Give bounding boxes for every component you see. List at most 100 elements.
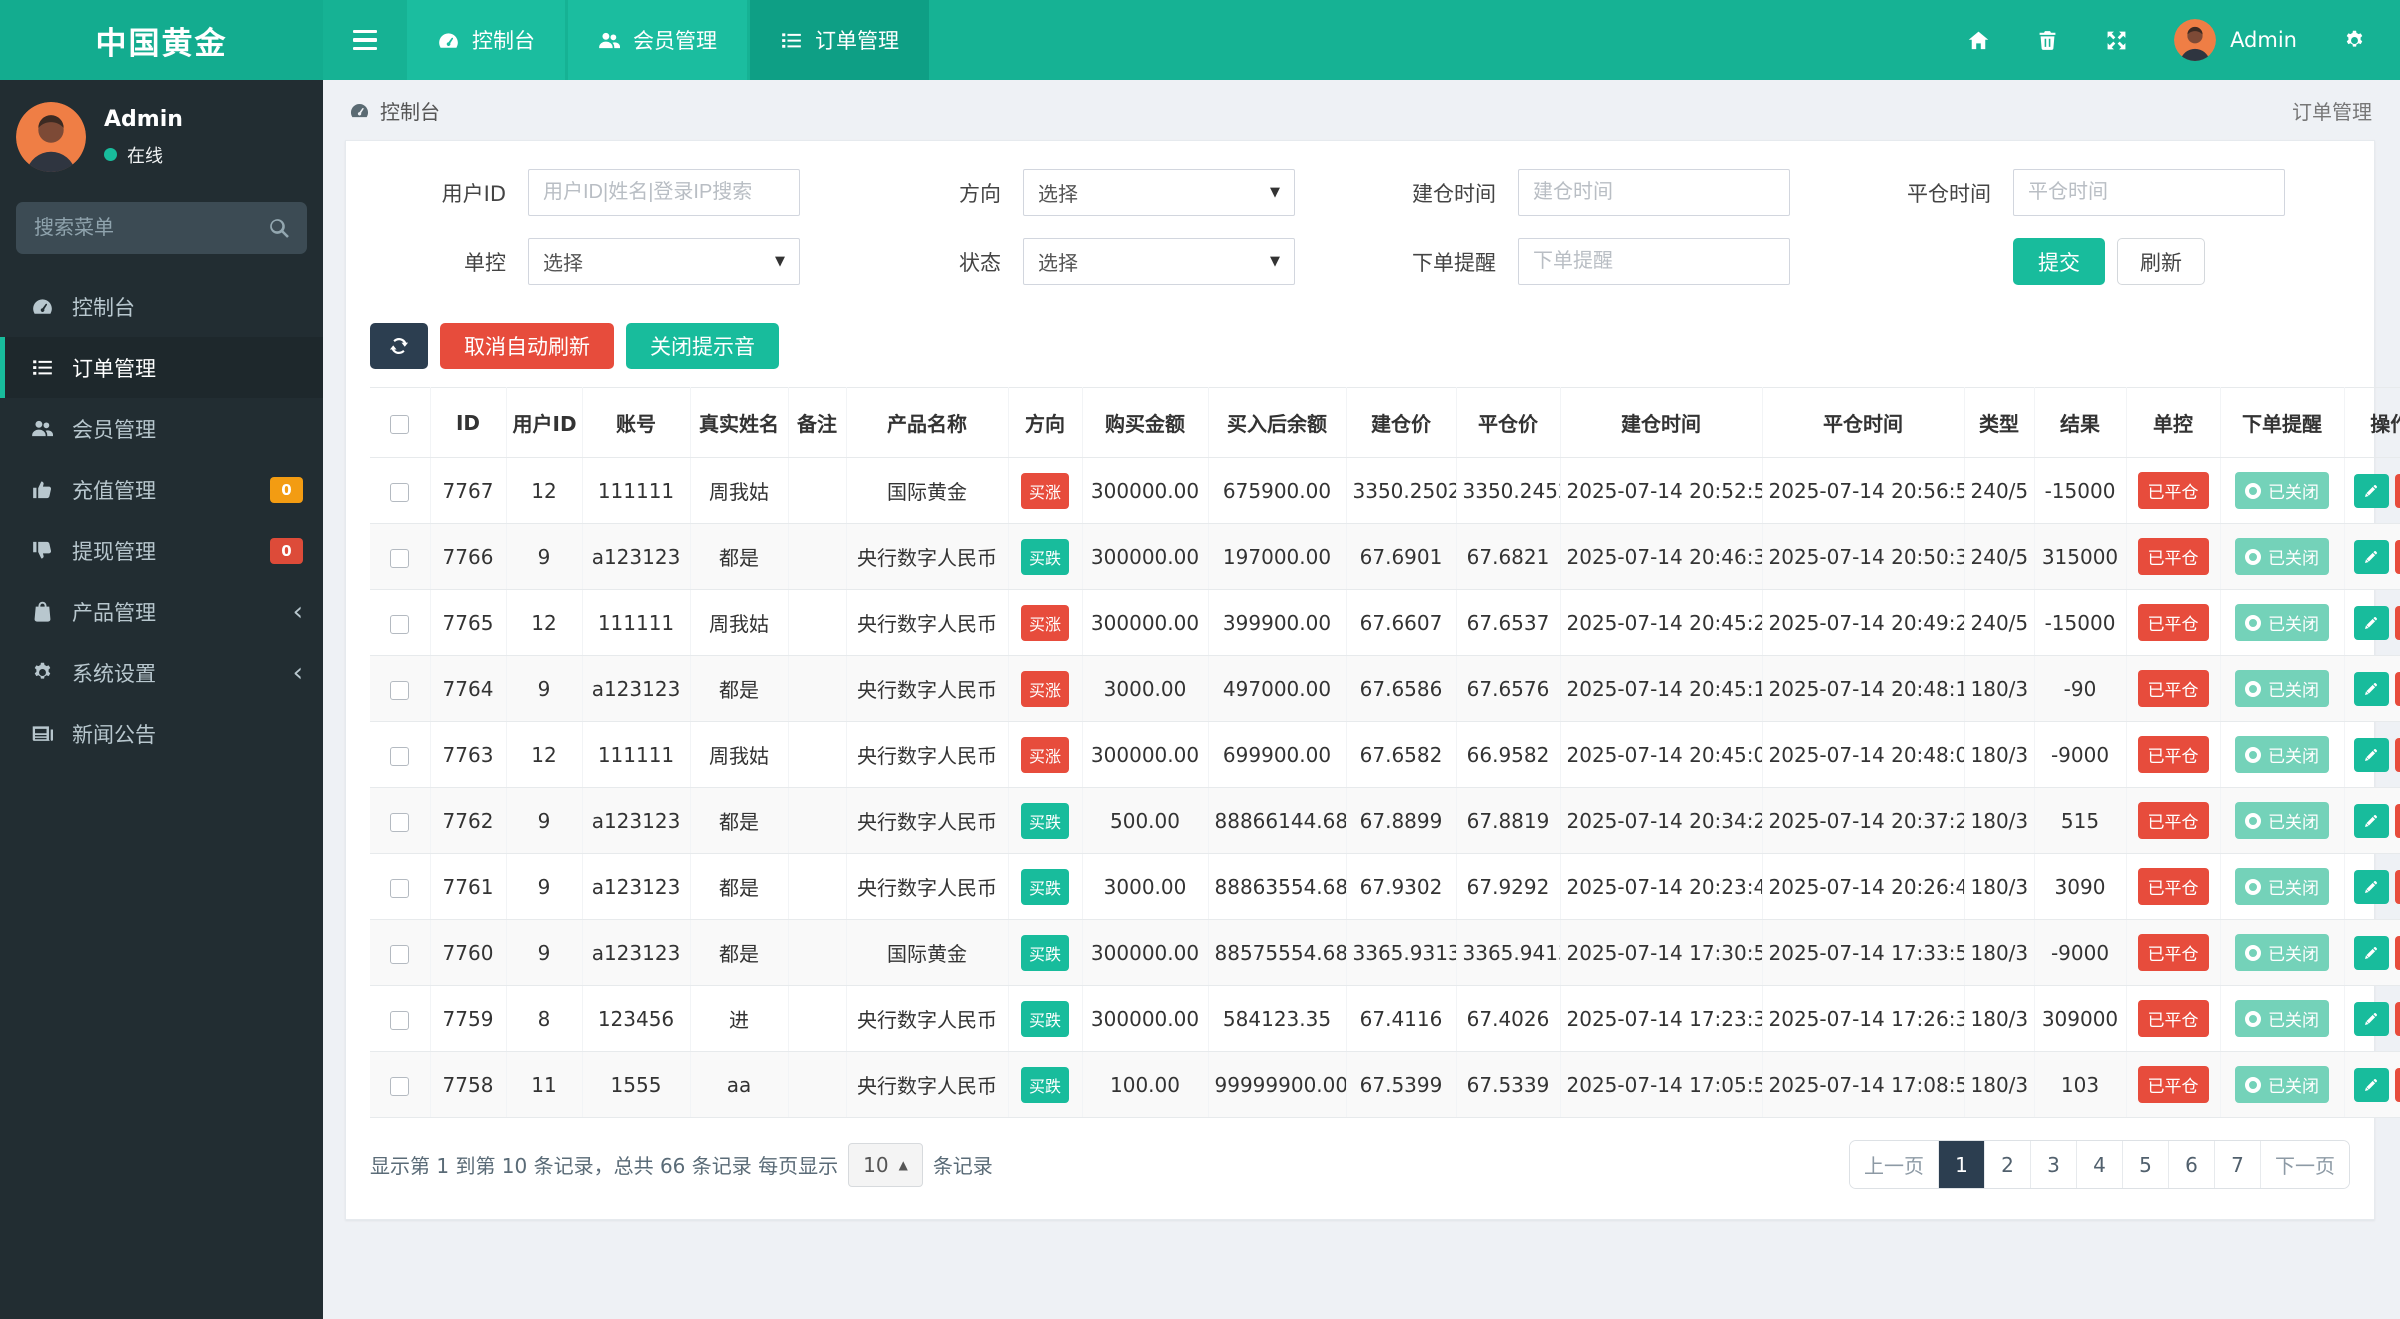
row-checkbox[interactable] bbox=[390, 614, 410, 634]
list-icon bbox=[31, 356, 54, 379]
mute-sound-button[interactable]: 关闭提示音 bbox=[626, 323, 779, 369]
table-row: 7764 9 a123123 都是 央行数字人民币 买涨 3000.00 497… bbox=[370, 655, 2400, 722]
page-size-select[interactable]: 10 ▲ bbox=[848, 1142, 923, 1187]
cell-product: 国际黄金 bbox=[846, 457, 1009, 524]
reminder-input[interactable] bbox=[1518, 238, 1790, 285]
user-name: Admin bbox=[104, 106, 183, 132]
page-number-button[interactable]: 2 bbox=[1984, 1141, 2030, 1188]
edit-button[interactable] bbox=[2353, 1067, 2389, 1102]
delete-button[interactable] bbox=[2394, 1067, 2400, 1102]
cell-balance: 399900.00 bbox=[1208, 589, 1347, 656]
status-select[interactable]: 选择 ▼ bbox=[1023, 238, 1295, 285]
edit-button[interactable] bbox=[2353, 737, 2389, 772]
cancel-auto-refresh-button[interactable]: 取消自动刷新 bbox=[440, 323, 614, 369]
online-dot-icon bbox=[104, 148, 117, 161]
settings-gear-icon[interactable] bbox=[2343, 29, 2366, 52]
refresh-button[interactable]: 刷新 bbox=[2117, 238, 2205, 285]
avatar bbox=[2174, 19, 2216, 61]
delete-button[interactable] bbox=[2394, 737, 2400, 772]
edit-button[interactable] bbox=[2353, 605, 2389, 640]
row-checkbox[interactable] bbox=[390, 812, 410, 832]
delete-button[interactable] bbox=[2394, 671, 2400, 706]
page-number-button[interactable]: 1 bbox=[1938, 1141, 1984, 1188]
cell-id: 7762 bbox=[430, 787, 507, 854]
row-checkbox[interactable] bbox=[390, 482, 410, 502]
page-number-button[interactable]: 6 bbox=[2168, 1141, 2214, 1188]
edit-button[interactable] bbox=[2353, 671, 2389, 706]
delete-button[interactable] bbox=[2394, 935, 2400, 970]
user-menu[interactable]: Admin bbox=[2174, 19, 2297, 61]
cell-id: 7763 bbox=[430, 721, 507, 788]
sidebar-item-members[interactable]: 会员管理 bbox=[0, 398, 323, 459]
sidebar-item-orders[interactable]: 订单管理 bbox=[0, 337, 323, 398]
home-icon[interactable] bbox=[1967, 29, 1990, 52]
sidebar-item-dashboard[interactable]: 控制台 bbox=[0, 276, 323, 337]
sidebar: 中国黄金 Admin 在线 控制台 订单管理 会员管理 充值管理0 提现管理0 … bbox=[0, 0, 323, 1319]
row-checkbox[interactable] bbox=[390, 944, 410, 964]
table-row: 7762 9 a123123 都是 央行数字人民币 买跌 500.00 8886… bbox=[370, 787, 2400, 854]
trash-icon[interactable] bbox=[2036, 29, 2059, 52]
cell-note bbox=[788, 985, 847, 1052]
edit-button[interactable] bbox=[2353, 1001, 2389, 1036]
reminder-status-badge: 已关闭 bbox=[2235, 802, 2329, 839]
orders-panel: 用户ID 方向 选择▼ 建仓时间 平仓时间 bbox=[345, 140, 2400, 1220]
row-checkbox[interactable] bbox=[390, 548, 410, 568]
circle-icon bbox=[2245, 746, 2261, 763]
cell-open-time: 2025-07-14 20:45:09 bbox=[1560, 721, 1763, 788]
select-all-checkbox[interactable] bbox=[390, 414, 410, 434]
user-id-input[interactable] bbox=[528, 169, 800, 216]
caret-down-icon: ▼ bbox=[775, 254, 785, 269]
page-number-button[interactable]: 5 bbox=[2122, 1141, 2168, 1188]
table-row: 7767 12 111111 周我姑 国际黄金 买涨 300000.00 675… bbox=[370, 457, 2400, 524]
reload-table-button[interactable] bbox=[370, 323, 428, 369]
filter-label-status: 状态 bbox=[959, 250, 1001, 275]
nav-tab-dashboard[interactable]: 控制台 bbox=[407, 0, 565, 80]
next-page-button[interactable]: 下一页 bbox=[2260, 1141, 2349, 1188]
row-checkbox[interactable] bbox=[390, 1076, 410, 1096]
delete-button[interactable] bbox=[2394, 869, 2400, 904]
col-close-time: 平仓时间 bbox=[1762, 387, 1965, 458]
open-time-input[interactable] bbox=[1518, 169, 1790, 216]
row-checkbox[interactable] bbox=[390, 878, 410, 898]
cell-real-name: 都是 bbox=[690, 919, 789, 986]
page-number-button[interactable]: 4 bbox=[2076, 1141, 2122, 1188]
page-number-button[interactable]: 7 bbox=[2214, 1141, 2260, 1188]
delete-button[interactable] bbox=[2394, 473, 2400, 508]
delete-button[interactable] bbox=[2394, 539, 2400, 574]
edit-button[interactable] bbox=[2353, 539, 2389, 574]
col-balance: 买入后余额 bbox=[1208, 387, 1347, 458]
search-icon[interactable] bbox=[267, 216, 291, 240]
edit-button[interactable] bbox=[2353, 869, 2389, 904]
sidebar-item-deposits[interactable]: 充值管理 0 bbox=[0, 459, 323, 520]
fullscreen-icon[interactable] bbox=[2105, 29, 2128, 52]
page-number-button[interactable]: 3 bbox=[2030, 1141, 2076, 1188]
delete-button[interactable] bbox=[2394, 605, 2400, 640]
control-status-badge: 已平仓 bbox=[2137, 934, 2209, 971]
sidebar-search-input[interactable] bbox=[16, 202, 307, 254]
prev-page-button[interactable]: 上一页 bbox=[1850, 1141, 1938, 1188]
sidebar-item-products[interactable]: 产品管理 ‹ bbox=[0, 581, 323, 642]
cell-close-price: 67.6537 bbox=[1456, 589, 1561, 656]
close-time-input[interactable] bbox=[2013, 169, 2285, 216]
edit-button[interactable] bbox=[2353, 803, 2389, 838]
edit-button[interactable] bbox=[2353, 473, 2389, 508]
nav-tab-orders[interactable]: 订单管理 bbox=[750, 0, 929, 80]
reminder-status-badge: 已关闭 bbox=[2235, 1066, 2329, 1103]
row-checkbox[interactable] bbox=[390, 1010, 410, 1030]
control-select[interactable]: 选择 ▼ bbox=[528, 238, 800, 285]
row-checkbox[interactable] bbox=[390, 746, 410, 766]
edit-button[interactable] bbox=[2353, 935, 2389, 970]
delete-button[interactable] bbox=[2394, 803, 2400, 838]
cell-product: 央行数字人民币 bbox=[846, 985, 1009, 1052]
cell-account: a123123 bbox=[582, 919, 691, 986]
sidebar-item-settings[interactable]: 系统设置 ‹ bbox=[0, 642, 323, 703]
breadcrumb[interactable]: 控制台 bbox=[349, 96, 440, 125]
hamburger-menu-icon[interactable] bbox=[323, 0, 407, 80]
direction-select[interactable]: 选择 ▼ bbox=[1023, 169, 1295, 216]
delete-button[interactable] bbox=[2394, 1001, 2400, 1036]
row-checkbox[interactable] bbox=[390, 680, 410, 700]
nav-tab-members[interactable]: 会员管理 bbox=[568, 0, 747, 80]
sidebar-item-withdrawals[interactable]: 提现管理 0 bbox=[0, 520, 323, 581]
sidebar-item-news[interactable]: 新闻公告 bbox=[0, 703, 323, 764]
submit-button[interactable]: 提交 bbox=[2013, 238, 2105, 285]
